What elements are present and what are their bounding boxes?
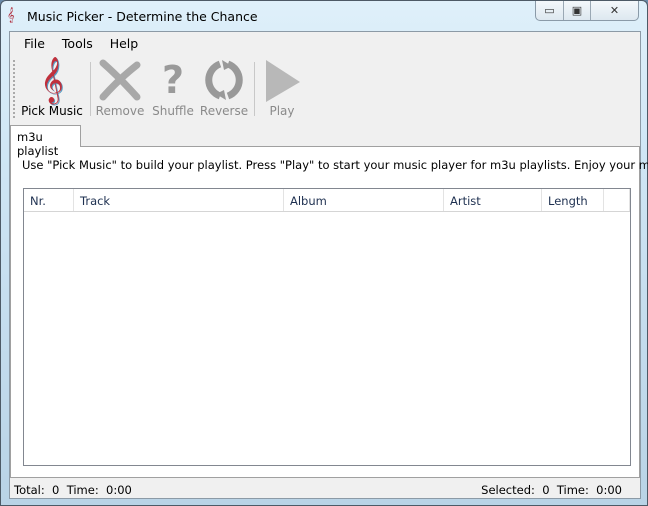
refresh-icon [202, 58, 246, 102]
toolbar-grip[interactable] [13, 60, 15, 118]
window-controls: ▭ ▣ ✕ [535, 1, 639, 21]
remove-label: Remove [95, 104, 145, 118]
maximize-button[interactable]: ▣ [564, 1, 591, 20]
shuffle-button[interactable]: ? Shuffle [150, 58, 196, 122]
column-header-length[interactable]: Length [542, 189, 604, 211]
play-label: Play [269, 104, 295, 118]
remove-button[interactable]: Remove [94, 58, 146, 122]
column-header-track[interactable]: Track [74, 189, 284, 211]
playlist-panel: Use "Pick Music" to build your playlist.… [10, 146, 648, 478]
pick-music-label: Pick Music [21, 104, 83, 118]
toolbar: 𝄞 Pick Music Remove ? Shuffle Reverse Pl… [10, 54, 640, 124]
column-header-filler [604, 189, 630, 211]
table-header: Nr. Track Album Artist Length [24, 189, 630, 212]
status-selected: Selected: 0 Time: 0:00 [481, 483, 622, 497]
reverse-button[interactable]: Reverse [200, 58, 248, 122]
status-total: Total: 0 Time: 0:00 [14, 483, 132, 497]
x-icon [97, 58, 143, 102]
client-area: File Tools Help 𝄞 Pick Music Remove ? Sh… [9, 31, 648, 499]
status-bar: Total: 0 Time: 0:00 Selected: 0 Time: 0:… [10, 478, 640, 499]
menu-help[interactable]: Help [102, 32, 148, 54]
menu-bar: File Tools Help [10, 32, 640, 54]
close-button[interactable]: ✕ [591, 1, 638, 20]
shuffle-label: Shuffle [152, 104, 194, 118]
column-header-nr[interactable]: Nr. [24, 189, 74, 211]
app-window: 𝄞 Music Picker - Determine the Chance ▭ … [0, 0, 648, 506]
play-icon [262, 58, 302, 102]
app-icon: 𝄞 [7, 8, 15, 23]
minimize-button[interactable]: ▭ [536, 1, 564, 20]
window-title: Music Picker - Determine the Chance [27, 8, 258, 24]
tab-m3u-playlist[interactable]: m3u playlist [10, 125, 81, 158]
play-button[interactable]: Play [260, 58, 304, 122]
playlist-table[interactable]: Nr. Track Album Artist Length [23, 188, 631, 466]
toolbar-separator [90, 62, 91, 116]
column-header-artist[interactable]: Artist [444, 189, 542, 211]
toolbar-separator [254, 62, 255, 116]
reverse-label: Reverse [199, 104, 249, 118]
treble-clef-icon: 𝄞 [40, 57, 64, 103]
pick-music-button[interactable]: 𝄞 Pick Music [20, 58, 84, 122]
menu-file[interactable]: File [16, 32, 54, 54]
column-header-album[interactable]: Album [284, 189, 444, 211]
menu-tools[interactable]: Tools [54, 32, 102, 54]
instructions-text: Use "Pick Music" to build your playlist.… [22, 158, 648, 172]
question-mark-icon: ? [161, 58, 185, 102]
title-bar: 𝄞 Music Picker - Determine the Chance [7, 5, 258, 27]
